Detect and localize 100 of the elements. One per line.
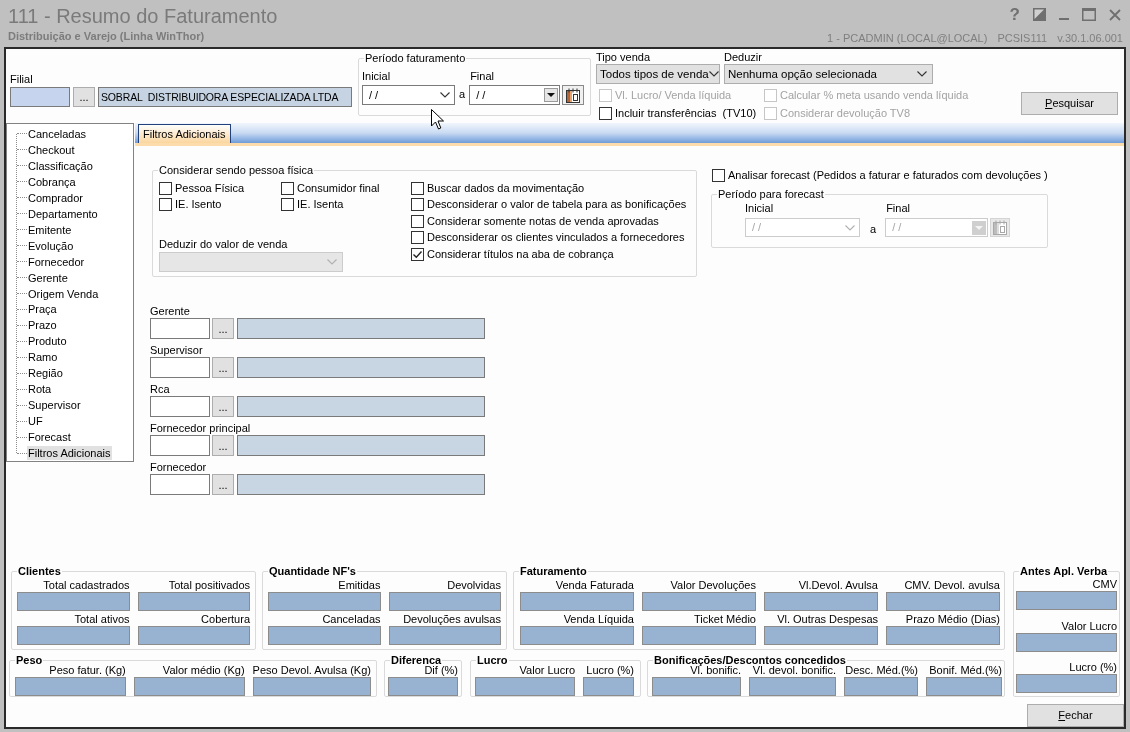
group-title: Considerar sendo pessoa física	[158, 164, 315, 177]
tree-connector	[17, 293, 27, 294]
close-button[interactable]: Fechar	[1027, 704, 1124, 727]
chevron-down-icon	[845, 224, 855, 231]
checkbox[interactable]	[411, 181, 424, 195]
tree-connector	[17, 388, 27, 390]
tree-item[interactable]: Produto	[27, 334, 68, 349]
field-label: Total cadastrados	[43, 579, 130, 591]
input-field[interactable]	[237, 318, 485, 339]
chevron-down-icon	[440, 92, 450, 98]
field-label: Valor Lucro	[1061, 619, 1117, 632]
search-button[interactable]: Pesquisar	[1021, 92, 1118, 115]
tree-item[interactable]: Evolução	[27, 238, 75, 253]
lookup-button[interactable]: ...	[212, 435, 234, 456]
checkbox-label: Considerar devolução TV8	[780, 106, 911, 120]
field-label: Total ativos	[74, 613, 130, 625]
date-field[interactable]: / /	[469, 85, 561, 105]
tree-item[interactable]: Gerente	[27, 270, 69, 285]
tab[interactable]: Filtros Adicionais	[138, 124, 231, 143]
checkmark-icon	[412, 248, 423, 260]
checkbox[interactable]	[411, 214, 424, 228]
lookup-button[interactable]: ...	[73, 87, 95, 107]
field-label: Filial	[10, 73, 33, 86]
lookup-button[interactable]: ...	[212, 396, 234, 417]
tree-connector	[17, 213, 27, 215]
input-field[interactable]	[237, 435, 485, 456]
window-subtitle: Distribuição e Varejo (Linha WinThor)	[8, 30, 205, 43]
program-code: PCSIS111	[997, 32, 1048, 45]
lookup-button[interactable]: ...	[212, 474, 234, 495]
tree-connector	[17, 372, 27, 374]
checkbox[interactable]	[411, 247, 424, 261]
tree-item[interactable]: Emitente	[27, 222, 73, 237]
field-label: Venda Líquida	[563, 613, 634, 625]
input-field[interactable]	[237, 396, 485, 417]
dropdown[interactable]: Nenhuma opção selecionada	[724, 64, 933, 84]
field-label: Supervisor	[150, 344, 203, 357]
maximize-icon[interactable]	[1082, 8, 1096, 21]
checkbox-label: Considerar somente notas de venda aprovadas	[427, 214, 659, 228]
close-icon[interactable]	[1109, 8, 1121, 21]
field-label: Deduzir do valor de venda	[159, 238, 288, 251]
checkbox-label: Desconsiderar o valor de tabela para as bonificações	[427, 198, 687, 212]
tree-connector	[17, 277, 27, 279]
date-field[interactable]: / /	[362, 85, 455, 105]
group-title: Lucro	[476, 654, 509, 667]
tree-item[interactable]: Filtros Adicionais	[27, 446, 112, 461]
field-label: Lucro (%)	[1069, 661, 1117, 673]
checkbox[interactable]	[411, 231, 424, 245]
input-field[interactable]	[237, 474, 485, 495]
theme-icon[interactable]	[1033, 8, 1046, 21]
lookup-button[interactable]: ...	[212, 318, 234, 339]
dropdown-button[interactable]	[544, 88, 559, 102]
checkbox-label: IE. Isenta	[297, 197, 344, 211]
checkbox[interactable]	[599, 106, 612, 120]
tree-item[interactable]: Departamento	[27, 206, 99, 221]
tree-item[interactable]: Ramo	[27, 350, 59, 365]
field-label: Lucro (%)	[586, 664, 634, 676]
tree-item[interactable]: Praça	[27, 302, 58, 317]
input-field[interactable]	[237, 357, 485, 378]
tree-item[interactable]: Origem Venda	[27, 286, 100, 301]
field-label: Ticket Médio	[694, 613, 756, 625]
input-field[interactable]	[150, 474, 210, 495]
tree-connector	[17, 197, 27, 199]
tree-connector	[17, 261, 27, 263]
checkbox[interactable]	[159, 197, 172, 211]
checkbox[interactable]	[411, 198, 424, 212]
tree-item[interactable]: Checkout	[27, 142, 76, 157]
tree-item[interactable]: Supervisor	[27, 398, 82, 413]
checkbox-label: Calcular % meta usando venda líquida	[780, 88, 969, 102]
chevron-down-icon	[708, 71, 719, 77]
tree-connector	[17, 356, 27, 358]
tree-item[interactable]: Prazo	[27, 318, 58, 333]
checkbox[interactable]	[281, 197, 294, 211]
tree-item[interactable]: Rota	[27, 382, 53, 397]
triangle-down-icon	[547, 93, 556, 97]
input-field[interactable]	[150, 318, 210, 339]
tree-item[interactable]: Comprador	[27, 190, 85, 205]
field-label: Peso Devol. Avulsa (Kg)	[252, 664, 371, 676]
lookup-button[interactable]: ...	[212, 357, 234, 378]
dropdown[interactable]: Todos tipos de venda	[596, 64, 720, 84]
calendar-icon	[993, 220, 1008, 235]
calendar-button[interactable]	[562, 85, 585, 105]
tree-item[interactable]: Fornecedor	[27, 254, 86, 269]
tree-item[interactable]: Cobrança	[27, 174, 77, 189]
tree-item[interactable]: Forecast	[27, 430, 72, 445]
input-field[interactable]: SOBRAL DISTRIBUIDORA ESPECIALIZADA LTDA	[98, 87, 352, 107]
field-label: Final	[469, 70, 494, 83]
input-field[interactable]	[150, 357, 210, 378]
input-field[interactable]	[150, 396, 210, 417]
tree-item[interactable]: Classificação	[27, 158, 94, 173]
checkbox[interactable]	[281, 181, 294, 195]
checkbox[interactable]	[712, 168, 725, 182]
tree-item[interactable]: UF	[27, 414, 44, 429]
tree-item[interactable]: Região	[27, 366, 64, 381]
input-field[interactable]	[150, 435, 210, 456]
field-label: Cobertura	[201, 613, 250, 625]
tree-item[interactable]: Canceladas	[27, 126, 88, 141]
field-label: Devoluções avulsas	[403, 613, 501, 625]
input-field[interactable]	[10, 87, 70, 107]
field-label: CMV. Devol. avulsa	[904, 579, 1000, 591]
checkbox[interactable]	[159, 181, 172, 195]
